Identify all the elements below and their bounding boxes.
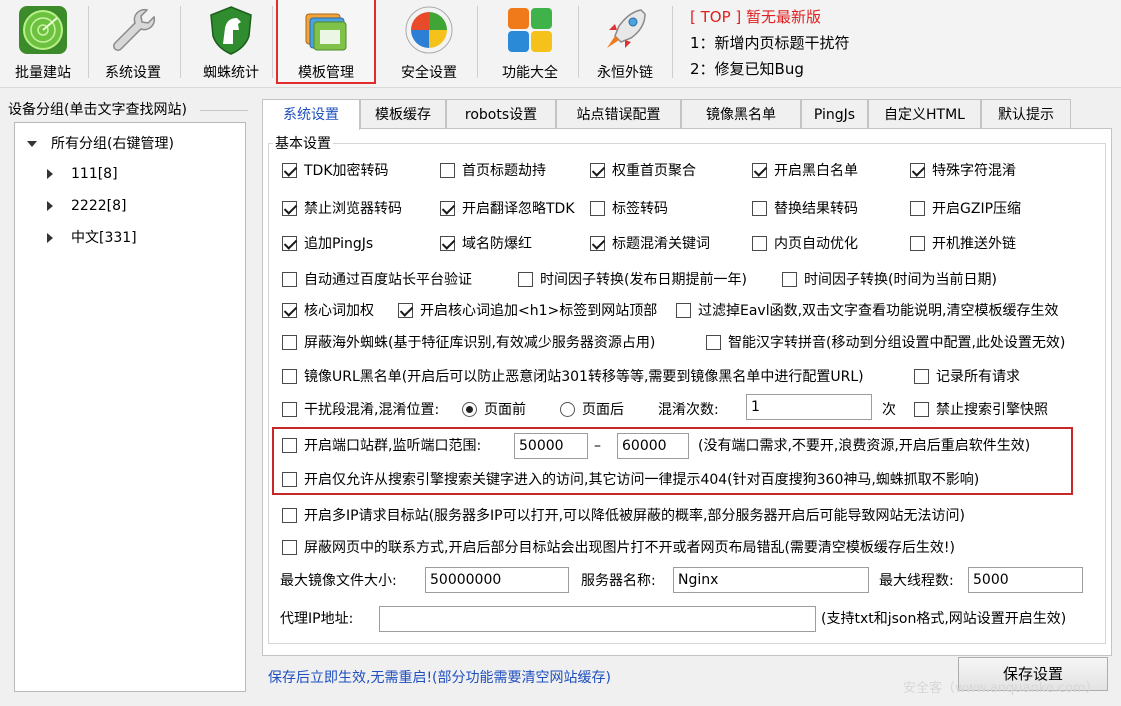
toolbar: 批量建站 系统设置 蜘蛛统计 模板管理 安全设置 功能大全 永恒外链 [TOP… <box>0 0 1121 88</box>
server-name-input[interactable]: Nginx <box>673 567 869 593</box>
max-mirror-size-label: 最大镜像文件大小: <box>280 573 397 589</box>
rocket-icon <box>599 4 651 56</box>
proxy-ip-input[interactable] <box>379 606 816 632</box>
update-notice: [ TOP ] 暂无最新版 1：新增内页标题干扰符 2：修复已知Bug <box>690 4 850 82</box>
tab-site-error[interactable]: 站点错误配置 <box>556 99 681 129</box>
expanded-arrow-icon[interactable] <box>27 141 37 147</box>
toolbar-spider-stats-button[interactable]: 蜘蛛统计 <box>188 0 274 84</box>
mix-count-input[interactable]: 1 <box>746 394 872 420</box>
basic-settings-legend: 基本设置 <box>273 133 333 153</box>
group-panel-divider <box>200 110 248 111</box>
tab-template-cache[interactable]: 模板缓存 <box>360 99 446 129</box>
toolbar-template-manage-button[interactable]: 模板管理 <box>276 0 376 84</box>
group-tree[interactable]: 所有分组(右键管理) 111[8] 2222[8] 中文[331] <box>14 122 246 692</box>
tree-item-label[interactable]: 中文[331] <box>71 227 137 249</box>
proxy-ip-note: (支持txt和json格式,网站设置开启生效) <box>821 611 1067 627</box>
toolbar-label: 系统设置 <box>105 65 161 81</box>
max-threads-label: 最大线程数: <box>879 573 954 589</box>
wrench-icon <box>107 4 159 56</box>
toolbar-permanent-link-button[interactable]: 永恒外链 <box>582 0 668 84</box>
port-range-dash: – <box>594 438 601 454</box>
tab-system-settings[interactable]: 系统设置 <box>262 99 360 130</box>
save-hint: 保存后立即生效,无需重启!(部分功能需要清空网站缓存) <box>268 670 611 686</box>
windows-shield-icon <box>403 4 455 56</box>
toolbar-label: 永恒外链 <box>597 65 653 81</box>
collapsed-arrow-icon[interactable] <box>47 201 53 211</box>
toolbar-divider <box>672 6 673 78</box>
toolbar-label: 模板管理 <box>298 65 354 81</box>
tab-custom-html[interactable]: 自定义HTML <box>868 99 981 129</box>
toolbar-label: 蜘蛛统计 <box>203 65 259 81</box>
tree-item-label[interactable]: 2222[8] <box>71 195 126 217</box>
notice-line: 1：新增内页标题干扰符 <box>690 34 850 52</box>
mix-count-unit: 次 <box>882 402 896 418</box>
horse-shield-icon <box>205 4 257 56</box>
max-mirror-size-input[interactable]: 50000000 <box>425 567 569 593</box>
tab-mirror-blacklist[interactable]: 镜像黑名单 <box>681 99 801 129</box>
toolbar-divider <box>180 6 181 78</box>
folders-icon <box>300 4 352 56</box>
apps-grid-icon <box>504 4 556 56</box>
toolbar-system-settings-button[interactable]: 系统设置 <box>90 0 176 84</box>
proxy-ip-label: 代理IP地址: <box>280 611 354 627</box>
tree-item-label[interactable]: 111[8] <box>71 163 118 185</box>
toolbar-divider <box>88 6 89 78</box>
port-note: (没有端口需求,不要开,浪费资源,开启后重启软件生效) <box>698 438 1031 454</box>
tab-default-tips[interactable]: 默认提示 <box>981 99 1071 129</box>
tab-robots[interactable]: robots设置 <box>446 99 556 129</box>
toolbar-divider <box>272 6 273 78</box>
collapsed-arrow-icon[interactable] <box>47 233 53 243</box>
watermark: 安全客（www.anquanke.com） <box>903 681 1099 696</box>
tab-pingjs[interactable]: PingJs <box>801 99 868 129</box>
toolbar-divider <box>578 6 579 78</box>
server-name-label: 服务器名称: <box>581 573 656 589</box>
toolbar-feature-list-button[interactable]: 功能大全 <box>487 0 573 84</box>
toolbar-label: 功能大全 <box>502 65 558 81</box>
port-to-input[interactable]: 60000 <box>617 433 689 459</box>
toolbar-divider <box>477 6 478 78</box>
max-threads-input[interactable]: 5000 <box>968 567 1083 593</box>
toolbar-label: 批量建站 <box>15 65 71 81</box>
notice-line: 2：修复已知Bug <box>690 60 804 78</box>
group-panel-title: 设备分组(单击文字查找网站) <box>8 102 187 118</box>
notice-top: [ TOP ] 暂无最新版 <box>690 8 822 26</box>
toolbar-label: 安全设置 <box>401 65 457 81</box>
collapsed-arrow-icon[interactable] <box>47 169 53 179</box>
mix-count-label: 混淆次数: <box>658 402 719 418</box>
tree-root-label[interactable]: 所有分组(右键管理) <box>51 133 174 155</box>
port-from-input[interactable]: 50000 <box>514 433 588 459</box>
toolbar-batch-build-button[interactable]: 批量建站 <box>0 0 86 84</box>
radar-icon <box>17 4 69 56</box>
toolbar-security-settings-button[interactable]: 安全设置 <box>386 0 472 84</box>
